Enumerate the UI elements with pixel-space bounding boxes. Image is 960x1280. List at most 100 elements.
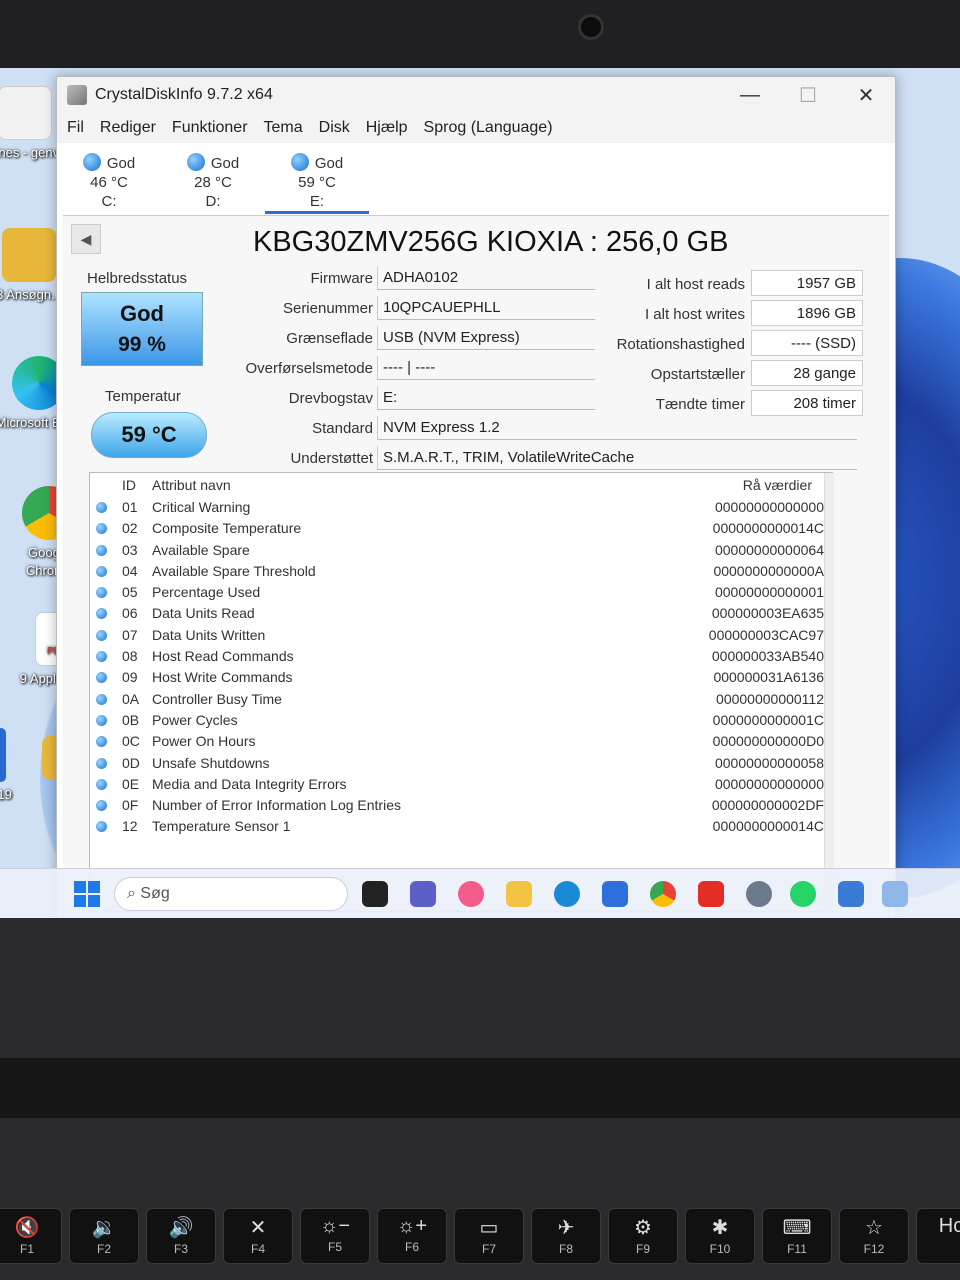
smart-row[interactable]: 06 Data Units Read 000000003EA635 bbox=[90, 603, 832, 624]
smart-attribute-name: Power On Hours bbox=[152, 733, 256, 750]
status-dot-icon bbox=[96, 651, 107, 663]
disk-tab-c[interactable]: God 46 °C C: bbox=[57, 147, 161, 214]
status-dot-icon bbox=[82, 153, 101, 171]
smart-raw-value: 0000000000014C bbox=[712, 818, 824, 835]
smart-row[interactable]: 02 Composite Temperature 0000000000014C bbox=[90, 518, 832, 539]
webcam bbox=[578, 14, 604, 40]
store-icon[interactable] bbox=[602, 881, 628, 907]
power-hours-value: 208 timer bbox=[751, 390, 863, 416]
function-key[interactable]: ▭ F7 bbox=[454, 1208, 524, 1264]
function-key[interactable]: ☼+ F6 bbox=[377, 1208, 447, 1264]
smart-row[interactable]: 0C Power On Hours 000000000000D0 bbox=[90, 731, 832, 752]
itunes-icon[interactable] bbox=[458, 881, 484, 907]
smart-attribute-name: Host Read Commands bbox=[152, 648, 294, 665]
status-dot-icon bbox=[96, 736, 107, 748]
file-explorer-icon[interactable] bbox=[506, 881, 532, 907]
maximize-button[interactable]: ☐ bbox=[779, 77, 837, 113]
chrome-icon[interactable] bbox=[650, 881, 676, 907]
col-raw-header[interactable]: Rå værdier bbox=[743, 477, 812, 493]
smart-attribute-name: Host Write Commands bbox=[152, 669, 293, 686]
edge-icon[interactable] bbox=[554, 881, 580, 907]
temperature-value[interactable]: 59 °C bbox=[91, 412, 207, 458]
disk-tab-status: God bbox=[210, 155, 240, 172]
smart-raw-value: 000000003CAC97 bbox=[708, 626, 824, 643]
disk-tab-e[interactable]: God 59 °C E: bbox=[265, 147, 369, 214]
smart-row[interactable]: 05 Percentage Used 00000000000001 bbox=[90, 582, 832, 603]
crystaldiskinfo-taskbar-icon[interactable] bbox=[882, 881, 908, 907]
smart-row[interactable]: 12 Temperature Sensor 1 0000000000014C bbox=[90, 816, 832, 837]
function-key[interactable]: Hc bbox=[916, 1208, 960, 1264]
smart-row[interactable]: 09 Host Write Commands 000000031A6136 bbox=[90, 667, 832, 688]
smart-row[interactable]: 04 Available Spare Threshold 0000000000000… bbox=[90, 561, 832, 582]
menu-fil[interactable]: Fil bbox=[67, 119, 84, 137]
health-status-button[interactable]: God 99 % bbox=[81, 292, 203, 366]
teams-icon[interactable] bbox=[410, 881, 436, 907]
status-dot-icon bbox=[96, 714, 107, 726]
key-symbol-icon: ☼+ bbox=[396, 1215, 427, 1237]
smart-attribute-name: Number of Error Information Log Entries bbox=[152, 797, 401, 814]
smart-id: 0D bbox=[122, 754, 140, 771]
smart-row[interactable]: 0B Power Cycles 0000000000001C bbox=[90, 710, 832, 731]
smart-table-body: 01 Critical Warning 00000000000000 02 Compos… bbox=[90, 497, 832, 838]
firmware-label: Firmware bbox=[310, 270, 374, 287]
function-key[interactable]: 🔇 F1 bbox=[0, 1208, 62, 1264]
menu-funktioner[interactable]: Funktioner bbox=[172, 119, 248, 137]
disk-tab-d[interactable]: God 28 °C D: bbox=[161, 147, 265, 214]
smart-row[interactable]: 01 Critical Warning 00000000000000 bbox=[90, 497, 832, 518]
menu-hjaelp[interactable]: Hjælp bbox=[366, 119, 408, 137]
function-key[interactable]: ☆ F12 bbox=[839, 1208, 909, 1264]
smart-row[interactable]: 0F Number of Error Information Log Entrie… bbox=[90, 795, 832, 816]
smart-row[interactable]: 08 Host Read Commands 000000033AB540 bbox=[90, 646, 832, 667]
col-name-header[interactable]: Attribut navn bbox=[152, 477, 231, 493]
start-button[interactable] bbox=[74, 881, 100, 907]
smart-row[interactable]: 07 Data Units Written 000000003CAC97 bbox=[90, 625, 832, 646]
previous-disk-button[interactable]: ◀ bbox=[71, 224, 101, 254]
serial-value: 10QPCAUEPHLL bbox=[377, 296, 595, 320]
crystaldiskinfo-window: CrystalDiskInfo 9.7.2 x64 — ☐ ✕ Fil Redi… bbox=[56, 76, 896, 918]
menu-sprog[interactable]: Sprog (Language) bbox=[424, 119, 553, 137]
function-key[interactable]: ✱ F10 bbox=[685, 1208, 755, 1264]
vertical-scrollbar[interactable] bbox=[824, 473, 834, 911]
smart-table-header: ID Attribut navn Rå værdier bbox=[90, 473, 832, 497]
hinge bbox=[0, 1058, 960, 1118]
smart-raw-value: 00000000000112 bbox=[716, 690, 824, 707]
whatsapp-icon[interactable] bbox=[790, 881, 816, 907]
smart-id: 0E bbox=[122, 775, 140, 792]
minimize-button[interactable]: — bbox=[721, 77, 779, 113]
smart-attribute-name: Temperature Sensor 1 bbox=[152, 818, 291, 835]
key-symbol-icon: 🔊 bbox=[168, 1217, 194, 1239]
smart-row[interactable]: 0D Unsafe Shutdowns 00000000000058 bbox=[90, 753, 832, 774]
function-key[interactable]: 🔊 F3 bbox=[146, 1208, 216, 1264]
taskbar-search[interactable]: ⌕ Søg bbox=[114, 877, 348, 911]
smart-id: 03 bbox=[122, 541, 138, 558]
function-key[interactable]: ✈ F8 bbox=[531, 1208, 601, 1264]
key-label: F4 bbox=[250, 1242, 265, 1256]
menu-disk[interactable]: Disk bbox=[319, 119, 350, 137]
disk-tab-letter: D: bbox=[205, 193, 221, 210]
function-key[interactable]: 🔉 F2 bbox=[69, 1208, 139, 1264]
smart-attribute-table: ID Attribut navn Rå værdier 01 Critical W… bbox=[89, 472, 834, 912]
function-key[interactable]: ⌨ F11 bbox=[762, 1208, 832, 1264]
settings-gear-icon[interactable] bbox=[746, 881, 772, 907]
close-button[interactable]: ✕ bbox=[837, 77, 895, 113]
status-dot-icon bbox=[96, 544, 107, 556]
power-hours-label: Tændte timer bbox=[655, 396, 745, 413]
smart-attribute-name: Percentage Used bbox=[152, 584, 261, 601]
menu-tema[interactable]: Tema bbox=[264, 119, 303, 137]
smart-row[interactable]: 0A Controller Busy Time 00000000000112 bbox=[90, 689, 832, 710]
smart-row[interactable]: 0E Media and Data Integrity Errors 0000000… bbox=[90, 774, 832, 795]
menu-rediger[interactable]: Rediger bbox=[100, 119, 156, 137]
smart-id: 01 bbox=[122, 499, 138, 515]
title-bar[interactable]: CrystalDiskInfo 9.7.2 x64 — ☐ ✕ bbox=[57, 77, 895, 113]
key-symbol-icon: Hc bbox=[938, 1215, 960, 1237]
col-id-header[interactable]: ID bbox=[122, 477, 136, 493]
function-key[interactable]: ⚙ F9 bbox=[608, 1208, 678, 1264]
network-app-icon[interactable] bbox=[838, 881, 864, 907]
key-label: F9 bbox=[635, 1242, 650, 1256]
youtube-icon[interactable] bbox=[698, 881, 724, 907]
task-view-icon[interactable] bbox=[362, 881, 388, 907]
features-label: Understøttet bbox=[290, 450, 373, 467]
function-key[interactable]: ☼− F5 bbox=[300, 1208, 370, 1264]
function-key[interactable]: ✕ F4 bbox=[223, 1208, 293, 1264]
smart-row[interactable]: 03 Available Spare 00000000000064 bbox=[90, 540, 832, 561]
